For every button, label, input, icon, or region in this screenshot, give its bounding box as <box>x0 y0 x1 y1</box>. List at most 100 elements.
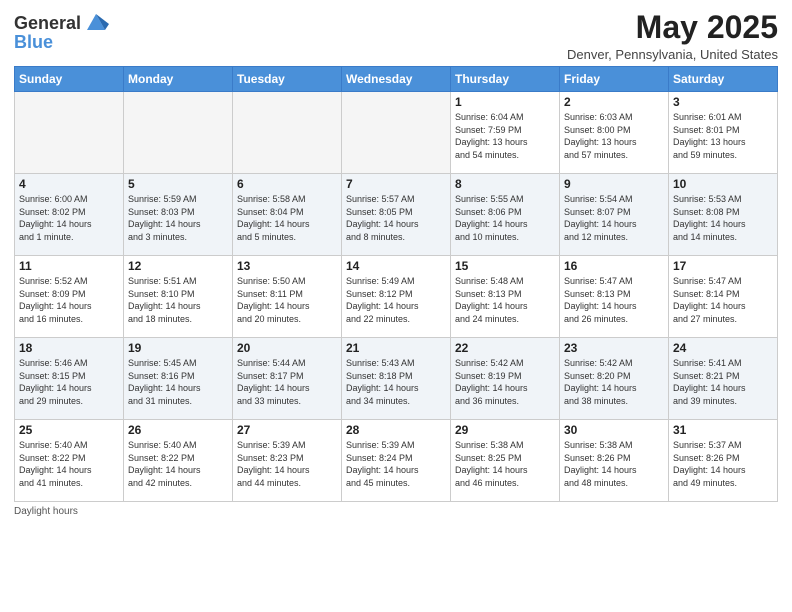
day-info: Sunrise: 5:59 AM Sunset: 8:03 PM Dayligh… <box>128 193 228 243</box>
col-friday: Friday <box>560 67 669 92</box>
day-info: Sunrise: 5:39 AM Sunset: 8:24 PM Dayligh… <box>346 439 446 489</box>
day-info: Sunrise: 5:38 AM Sunset: 8:25 PM Dayligh… <box>455 439 555 489</box>
day-number: 22 <box>455 341 555 355</box>
day-info: Sunrise: 6:01 AM Sunset: 8:01 PM Dayligh… <box>673 111 773 161</box>
day-info: Sunrise: 5:39 AM Sunset: 8:23 PM Dayligh… <box>237 439 337 489</box>
table-row: 9 Sunrise: 5:54 AM Sunset: 8:07 PM Daylig… <box>560 174 669 256</box>
day-number: 4 <box>19 177 119 191</box>
day-number: 12 <box>128 259 228 273</box>
day-number: 2 <box>564 95 664 109</box>
day-info: Sunrise: 5:42 AM Sunset: 8:20 PM Dayligh… <box>564 357 664 407</box>
day-number: 13 <box>237 259 337 273</box>
day-number: 21 <box>346 341 446 355</box>
day-number: 30 <box>564 423 664 437</box>
table-row: 18 Sunrise: 5:46 AM Sunset: 8:15 PM Dayli… <box>15 338 124 420</box>
table-row: 17Sunrise: 5:47 AM Sunset: 8:14 PM Dayli… <box>669 256 778 338</box>
table-row: 13 Sunrise: 5:50 AM Sunset: 8:11 PM Dayli… <box>233 256 342 338</box>
day-info: Sunrise: 5:47 AM Sunset: 8:13 PM Dayligh… <box>564 275 664 325</box>
col-sunday: Sunday <box>15 67 124 92</box>
table-row: 29 Sunrise: 5:38 AM Sunset: 8:25 PM Dayli… <box>451 420 560 502</box>
table-row <box>124 92 233 174</box>
header: General Blue May 2025 Denver, Pennsylvan… <box>14 10 778 62</box>
day-number: 25 <box>19 423 119 437</box>
day-info: Sunrise: 5:54 AM Sunset: 8:07 PM Dayligh… <box>564 193 664 243</box>
day-number: 11 <box>19 259 119 273</box>
day-number: 16 <box>564 259 664 273</box>
day-number: 1 <box>455 95 555 109</box>
day-info: Sunrise: 5:40 AM Sunset: 8:22 PM Dayligh… <box>128 439 228 489</box>
page-container: General Blue May 2025 Denver, Pennsylvan… <box>0 0 792 527</box>
col-thursday: Thursday <box>451 67 560 92</box>
day-info: Sunrise: 6:00 AM Sunset: 8:02 PM Dayligh… <box>19 193 119 243</box>
table-row: 28 Sunrise: 5:39 AM Sunset: 8:24 PM Dayli… <box>342 420 451 502</box>
day-number: 7 <box>346 177 446 191</box>
table-row: 27 Sunrise: 5:39 AM Sunset: 8:23 PM Dayli… <box>233 420 342 502</box>
table-row: 4 Sunrise: 6:00 AM Sunset: 8:02 PM Daylig… <box>15 174 124 256</box>
table-row <box>233 92 342 174</box>
day-info: Sunrise: 5:37 AM Sunset: 8:26 PM Dayligh… <box>673 439 773 489</box>
table-row: 10Sunrise: 5:53 AM Sunset: 8:08 PM Dayli… <box>669 174 778 256</box>
day-info: Sunrise: 5:58 AM Sunset: 8:04 PM Dayligh… <box>237 193 337 243</box>
table-row: 20Sunrise: 5:44 AM Sunset: 8:17 PM Dayli… <box>233 338 342 420</box>
day-number: 29 <box>455 423 555 437</box>
title-area: May 2025 Denver, Pennsylvania, United St… <box>567 10 778 62</box>
table-row: 1 Sunrise: 6:04 AM Sunset: 7:59 PM Daylig… <box>451 92 560 174</box>
calendar-week-row: 4 Sunrise: 6:00 AM Sunset: 8:02 PM Daylig… <box>15 174 778 256</box>
table-row: 2 Sunrise: 6:03 AM Sunset: 8:00 PM Daylig… <box>560 92 669 174</box>
day-info: Sunrise: 5:51 AM Sunset: 8:10 PM Dayligh… <box>128 275 228 325</box>
day-info: Sunrise: 5:50 AM Sunset: 8:11 PM Dayligh… <box>237 275 337 325</box>
col-monday: Monday <box>124 67 233 92</box>
day-info: Sunrise: 6:03 AM Sunset: 8:00 PM Dayligh… <box>564 111 664 161</box>
location: Denver, Pennsylvania, United States <box>567 47 778 62</box>
table-row: 26Sunrise: 5:40 AM Sunset: 8:22 PM Dayli… <box>124 420 233 502</box>
day-info: Sunrise: 5:49 AM Sunset: 8:12 PM Dayligh… <box>346 275 446 325</box>
table-row: 5 Sunrise: 5:59 AM Sunset: 8:03 PM Daylig… <box>124 174 233 256</box>
table-row: 7 Sunrise: 5:57 AM Sunset: 8:05 PM Daylig… <box>342 174 451 256</box>
day-number: 10 <box>673 177 773 191</box>
col-wednesday: Wednesday <box>342 67 451 92</box>
day-number: 27 <box>237 423 337 437</box>
day-number: 8 <box>455 177 555 191</box>
day-number: 18 <box>19 341 119 355</box>
day-info: Sunrise: 5:48 AM Sunset: 8:13 PM Dayligh… <box>455 275 555 325</box>
day-number: 14 <box>346 259 446 273</box>
day-number: 9 <box>564 177 664 191</box>
day-info: Sunrise: 5:55 AM Sunset: 8:06 PM Dayligh… <box>455 193 555 243</box>
logo: General Blue <box>14 10 109 53</box>
day-number: 23 <box>564 341 664 355</box>
table-row: 19 Sunrise: 5:45 AM Sunset: 8:16 PM Dayli… <box>124 338 233 420</box>
table-row: 24Sunrise: 5:41 AM Sunset: 8:21 PM Dayli… <box>669 338 778 420</box>
col-saturday: Saturday <box>669 67 778 92</box>
day-number: 20 <box>237 341 337 355</box>
table-row: 16 Sunrise: 5:47 AM Sunset: 8:13 PM Dayli… <box>560 256 669 338</box>
day-info: Sunrise: 5:38 AM Sunset: 8:26 PM Dayligh… <box>564 439 664 489</box>
day-info: Sunrise: 5:52 AM Sunset: 8:09 PM Dayligh… <box>19 275 119 325</box>
day-number: 31 <box>673 423 773 437</box>
day-info: Sunrise: 5:43 AM Sunset: 8:18 PM Dayligh… <box>346 357 446 407</box>
day-info: Sunrise: 5:57 AM Sunset: 8:05 PM Dayligh… <box>346 193 446 243</box>
day-number: 19 <box>128 341 228 355</box>
calendar-week-row: 25 Sunrise: 5:40 AM Sunset: 8:22 PM Dayli… <box>15 420 778 502</box>
col-tuesday: Tuesday <box>233 67 342 92</box>
calendar-table: Sunday Monday Tuesday Wednesday Thursday… <box>14 66 778 502</box>
table-row: 21 Sunrise: 5:43 AM Sunset: 8:18 PM Dayli… <box>342 338 451 420</box>
day-number: 3 <box>673 95 773 109</box>
day-number: 28 <box>346 423 446 437</box>
calendar-week-row: 1 Sunrise: 6:04 AM Sunset: 7:59 PM Daylig… <box>15 92 778 174</box>
table-row: 23 Sunrise: 5:42 AM Sunset: 8:20 PM Dayli… <box>560 338 669 420</box>
table-row: 12 Sunrise: 5:51 AM Sunset: 8:10 PM Dayli… <box>124 256 233 338</box>
day-info: Sunrise: 5:46 AM Sunset: 8:15 PM Dayligh… <box>19 357 119 407</box>
table-row: 14 Sunrise: 5:49 AM Sunset: 8:12 PM Dayli… <box>342 256 451 338</box>
day-info: Sunrise: 5:45 AM Sunset: 8:16 PM Dayligh… <box>128 357 228 407</box>
month-title: May 2025 <box>567 10 778 45</box>
day-number: 24 <box>673 341 773 355</box>
table-row: 22Sunrise: 5:42 AM Sunset: 8:19 PM Dayli… <box>451 338 560 420</box>
table-row: 30 Sunrise: 5:38 AM Sunset: 8:26 PM Dayli… <box>560 420 669 502</box>
table-row: 6Sunrise: 5:58 AM Sunset: 8:04 PM Daylig… <box>233 174 342 256</box>
table-row: 11 Sunrise: 5:52 AM Sunset: 8:09 PM Dayli… <box>15 256 124 338</box>
logo-icon <box>83 10 109 36</box>
table-row <box>15 92 124 174</box>
day-info: Sunrise: 6:04 AM Sunset: 7:59 PM Dayligh… <box>455 111 555 161</box>
day-number: 5 <box>128 177 228 191</box>
day-info: Sunrise: 5:47 AM Sunset: 8:14 PM Dayligh… <box>673 275 773 325</box>
